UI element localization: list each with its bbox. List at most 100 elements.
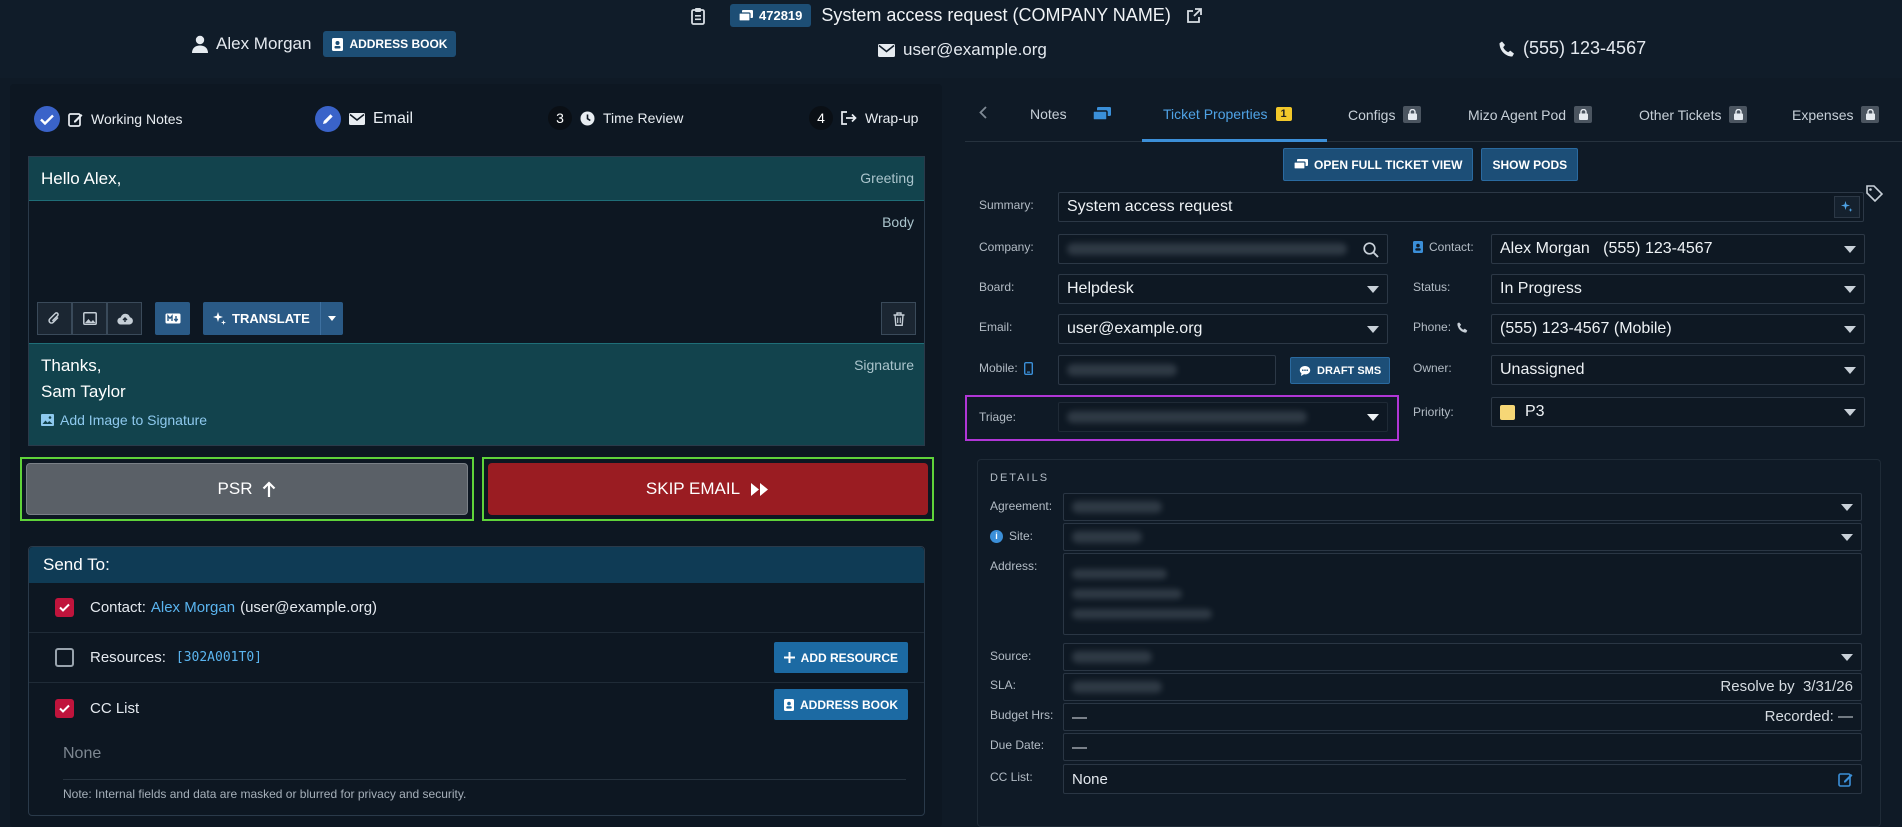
exit-icon <box>841 111 857 125</box>
budget-hrs-field: — Recorded: — <box>1063 703 1862 731</box>
owner-select[interactable]: Unassigned <box>1491 355 1865 385</box>
user-icon <box>192 35 208 53</box>
chevron-down-icon <box>1841 534 1853 541</box>
body-section[interactable]: Body TRANSLATE <box>29 201 924 343</box>
step-email[interactable]: Email <box>315 106 413 132</box>
ticket-icon <box>739 9 753 22</box>
greeting-section[interactable]: Hello Alex, Greeting <box>29 157 924 201</box>
cc-address-book-button[interactable]: ADDRESS BOOK <box>773 689 908 720</box>
active-tab-indicator <box>1142 139 1327 142</box>
chevron-down-icon <box>1841 504 1853 511</box>
recipient-row-resources: Resources: [302A001T0] ADD RESOURCE <box>29 633 924 683</box>
cc-none-text: None <box>63 745 102 762</box>
sparkle-icon <box>213 312 226 325</box>
ticket-icon <box>1092 107 1111 121</box>
step-wrap-up[interactable]: 4 Wrap-up <box>809 106 918 130</box>
edit-icon[interactable] <box>1838 772 1853 787</box>
phone-icon <box>1457 321 1468 333</box>
contact-name-link[interactable]: Alex Morgan <box>151 599 235 616</box>
markdown-icon[interactable] <box>155 302 190 335</box>
envelope-icon <box>878 43 895 57</box>
address-book-button[interactable]: ADDRESS BOOK <box>323 31 457 57</box>
sla-resolve-by: Resolve by 3/31/26 <box>1720 678 1853 695</box>
address-book-label: ADDRESS BOOK <box>349 37 448 51</box>
tab-bar: Notes Ticket Properties 1 Configs Mizo A… <box>965 84 1902 142</box>
cloud-upload-icon[interactable] <box>107 302 142 335</box>
chevron-down-icon[interactable] <box>321 316 343 321</box>
chevron-down-icon <box>1367 326 1379 333</box>
triage-select[interactable] <box>1058 402 1388 432</box>
tab-configs-label: Configs <box>1348 106 1396 123</box>
greeting-text: Hello Alex, <box>41 169 122 188</box>
skip-highlight: SKIP EMAIL <box>482 457 934 521</box>
notes-edit-icon <box>68 112 83 127</box>
signature-section[interactable]: Thanks, Sam Taylor Signature Add Image t… <box>29 343 924 445</box>
details-title: DETAILS <box>990 472 1050 484</box>
step-email-label: Email <box>373 110 414 127</box>
due-date-field[interactable]: — <box>1063 733 1862 761</box>
envelope-icon <box>349 113 365 125</box>
attach-icon[interactable] <box>37 302 72 335</box>
recipient-row-cc: CC List ADDRESS BOOK <box>29 683 924 733</box>
external-link-icon[interactable] <box>1186 8 1202 23</box>
ticket-properties-panel: Notes Ticket Properties 1 Configs Mizo A… <box>965 84 1902 827</box>
chevron-down-icon <box>1844 409 1856 416</box>
show-pods-button[interactable]: SHOW PODS <box>1481 148 1579 181</box>
phone-label: Phone: <box>1413 320 1468 334</box>
contact-select[interactable]: Alex Morgan (555) 123-4567 <box>1491 234 1865 264</box>
lock-icon <box>1403 106 1422 123</box>
tab-configs[interactable]: Configs <box>1348 106 1422 123</box>
skip-email-button[interactable]: SKIP EMAIL <box>488 463 928 515</box>
image-icon[interactable] <box>72 302 107 335</box>
phone-label-text: Phone: <box>1413 320 1452 334</box>
priority-value: P3 <box>1525 403 1545 420</box>
resources-checkbox[interactable] <box>55 648 74 667</box>
clock-icon <box>580 111 595 126</box>
source-select[interactable] <box>1063 643 1862 671</box>
status-select[interactable]: In Progress <box>1491 274 1865 304</box>
add-resource-button[interactable]: ADD RESOURCE <box>773 642 908 673</box>
psr-button[interactable]: PSR <box>26 463 468 515</box>
trash-icon[interactable] <box>881 302 916 335</box>
translate-button[interactable]: TRANSLATE <box>203 302 343 335</box>
site-label-text: Site: <box>1009 529 1034 543</box>
ticket-number-badge[interactable]: 472819 <box>730 4 812 27</box>
tab-scroll-left[interactable] <box>979 106 987 119</box>
tab-mizo-agent-pod[interactable]: Mizo Agent Pod <box>1468 106 1593 123</box>
agreement-select[interactable] <box>1063 493 1862 521</box>
triage-label: Triage: <box>979 410 1016 424</box>
draft-sms-button[interactable]: DRAFT SMS <box>1290 357 1391 384</box>
mobile-label-text: Mobile: <box>979 361 1018 375</box>
board-select[interactable]: Helpdesk <box>1058 274 1388 304</box>
tag-icon[interactable] <box>1866 185 1883 202</box>
fast-forward-icon <box>750 482 770 497</box>
phone-select[interactable]: (555) 123-4567 (Mobile) <box>1491 314 1865 344</box>
add-image-to-signature-link[interactable]: Add Image to Signature <box>41 412 207 428</box>
email-select[interactable]: user@example.org <box>1058 314 1388 344</box>
tab-other-tickets[interactable]: Other Tickets <box>1639 106 1748 123</box>
tab-notes[interactable]: Notes <box>1030 106 1111 122</box>
priority-select[interactable]: P3 <box>1491 397 1865 427</box>
lock-icon <box>1574 106 1593 123</box>
search-icon[interactable] <box>1363 242 1379 258</box>
header-email-text: user@example.org <box>903 40 1047 59</box>
tab-ticket-properties[interactable]: Ticket Properties 1 <box>1163 106 1292 122</box>
tab-badge: 1 <box>1275 107 1292 121</box>
ai-sparkle-button[interactable] <box>1834 196 1860 218</box>
user-info: Alex Morgan ADDRESS BOOK <box>192 31 457 57</box>
step-number: 3 <box>548 106 572 130</box>
company-input[interactable] <box>1058 234 1388 264</box>
greeting-tag: Greeting <box>860 170 914 186</box>
tab-expenses[interactable]: Expenses <box>1792 106 1880 123</box>
site-select[interactable] <box>1063 523 1862 551</box>
contact-checkbox[interactable] <box>55 598 74 617</box>
open-full-ticket-view-button[interactable]: OPEN FULL TICKET VIEW <box>1283 148 1474 181</box>
summary-input[interactable]: System access request <box>1058 192 1864 222</box>
step-time-review[interactable]: 3 Time Review <box>548 106 683 130</box>
step-working-notes[interactable]: Working Notes <box>34 106 183 132</box>
masked-company <box>1067 243 1347 255</box>
mobile-input[interactable] <box>1058 355 1276 385</box>
chevron-down-icon <box>1844 326 1856 333</box>
cc-checkbox[interactable] <box>55 698 74 718</box>
add-resource-label: ADD RESOURCE <box>800 650 898 665</box>
